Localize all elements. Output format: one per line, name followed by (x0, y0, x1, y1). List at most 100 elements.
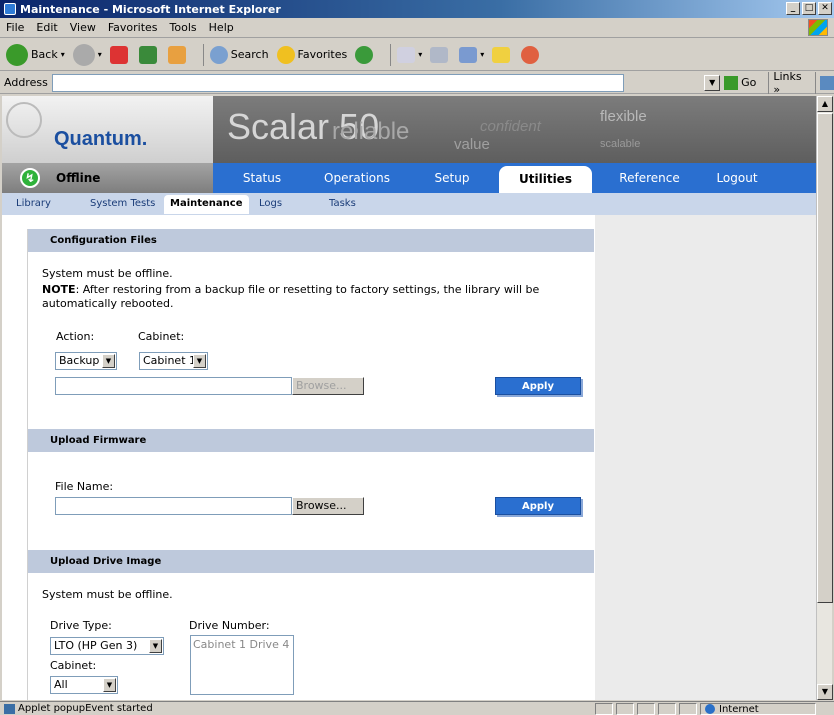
tab-reference[interactable]: Reference (607, 163, 692, 193)
config-note-cont: automatically rebooted. (42, 297, 174, 310)
drive-cabinet-value: All (54, 678, 68, 691)
drive-type-select[interactable]: LTO (HP Gen 3) ▼ (50, 637, 164, 655)
scroll-thumb[interactable] (817, 113, 833, 603)
note-text: : After restoring from a backup file or … (75, 283, 540, 296)
maximize-button[interactable]: □ (802, 2, 816, 15)
subtab-logs[interactable]: Logs (259, 193, 282, 215)
chevron-down-icon: ▼ (149, 639, 162, 653)
go-button[interactable]: Go (724, 75, 757, 90)
menu-favorites[interactable]: Favorites (108, 21, 158, 34)
config-note: NOTE: After restoring from a backup file… (42, 283, 539, 296)
mail-button[interactable]: ▾ (397, 46, 422, 63)
action-select[interactable]: Backup ▼ (55, 352, 117, 370)
chevron-down-icon: ▼ (102, 354, 115, 368)
ie-icon (4, 3, 16, 15)
logo-box: Quantum. (2, 96, 213, 163)
status-bar: Applet popupEvent started Internet (0, 701, 834, 715)
quantum-header: Quantum. Scalar 50 reliable confident va… (2, 96, 816, 163)
zone-cell: Internet (700, 703, 816, 715)
status-text: Offline (56, 171, 101, 185)
back-button[interactable]: Back ▾ (6, 43, 65, 66)
drive-number-option[interactable]: Cabinet 1 Drive 4 (193, 638, 291, 651)
tab-status[interactable]: Status (227, 163, 297, 193)
library-status: ↯ Offline (2, 163, 213, 193)
folder-button[interactable] (492, 46, 513, 63)
window-title: Maintenance - Microsoft Internet Explore… (20, 2, 281, 16)
links-button[interactable]: Links » (773, 70, 811, 96)
tab-operations[interactable]: Operations (312, 163, 402, 193)
address-label: Address (4, 76, 48, 89)
refresh-button[interactable] (138, 45, 160, 64)
firmware-browse-button[interactable]: Browse... (292, 497, 364, 515)
go-arrow-icon (724, 75, 739, 90)
action-select-value: Backup (59, 354, 100, 367)
menu-view[interactable]: View (70, 21, 96, 34)
extra-toolbar-icon[interactable] (820, 75, 834, 90)
print-button[interactable] (430, 46, 451, 63)
bg-word: flexible (600, 108, 647, 125)
go-label: Go (741, 76, 757, 89)
config-browse-button[interactable]: Browse... (292, 377, 364, 395)
config-file-input[interactable] (55, 377, 292, 395)
address-input[interactable] (51, 73, 625, 92)
minimize-button[interactable]: _ (786, 2, 800, 15)
menu-file[interactable]: File (6, 21, 24, 34)
main-nav: ↯ Offline Status Operations Setup Utilit… (2, 163, 816, 193)
status-cell (595, 703, 613, 715)
home-icon (167, 45, 186, 64)
toolbar-divider (202, 43, 204, 66)
drive-offline-note: System must be offline. (42, 588, 173, 601)
history-button[interactable] (355, 45, 376, 64)
status-cell (616, 703, 634, 715)
refresh-icon (138, 45, 157, 64)
menu-edit[interactable]: Edit (36, 21, 57, 34)
firmware-apply-button[interactable]: Apply (495, 497, 581, 515)
forward-arrow-icon (72, 43, 95, 66)
page-viewport: Quantum. Scalar 50 reliable confident va… (2, 96, 816, 700)
scroll-up-button[interactable]: ▲ (817, 96, 833, 112)
address-dropdown-button[interactable]: ▼ (704, 74, 721, 91)
stop-button[interactable] (109, 45, 131, 64)
drive-type-value: LTO (HP Gen 3) (54, 639, 138, 652)
subtab-maintenance[interactable]: Maintenance (164, 195, 249, 214)
drive-number-listbox[interactable]: Cabinet 1 Drive 4 (190, 635, 294, 695)
menu-tools[interactable]: Tools (170, 21, 197, 34)
drive-type-label: Drive Type: (50, 619, 112, 632)
menu-help[interactable]: Help (209, 21, 234, 34)
maintenance-content: Configuration Files System must be offli… (27, 229, 594, 700)
section-header-config: Configuration Files (28, 229, 594, 252)
scroll-down-button[interactable]: ▼ (817, 684, 833, 700)
home-button[interactable] (167, 45, 189, 64)
bg-word: confident (480, 118, 541, 135)
forward-button[interactable]: ▾ (72, 43, 102, 66)
subtab-library[interactable]: Library (16, 193, 51, 215)
chevron-down-icon: ▾ (97, 50, 102, 59)
chevron-down-icon: ▼ (103, 678, 116, 692)
edit-button[interactable]: ▾ (459, 46, 484, 63)
vertical-scrollbar[interactable]: ▲ ▼ (816, 96, 833, 700)
subtab-tasks[interactable]: Tasks (329, 193, 356, 215)
drive-cabinet-select[interactable]: All ▼ (50, 676, 118, 694)
tab-logout[interactable]: Logout (702, 163, 772, 193)
toolbar-divider (390, 43, 392, 66)
search-button[interactable]: Search (209, 45, 269, 64)
tab-utilities[interactable]: Utilities (499, 166, 592, 193)
stop-icon (109, 45, 128, 64)
config-apply-button[interactable]: Apply (495, 377, 581, 395)
subtab-system-tests[interactable]: System Tests (90, 193, 155, 215)
note-label: NOTE (42, 283, 76, 296)
toolbar-divider (768, 71, 770, 94)
toolbar-divider (815, 71, 817, 94)
edit-icon (459, 46, 478, 63)
messenger-button[interactable] (521, 45, 542, 64)
windows-flag-icon (808, 19, 828, 36)
close-button[interactable]: ✕ (818, 2, 832, 15)
favorites-button[interactable]: Favorites (276, 45, 347, 64)
firmware-file-input[interactable] (55, 497, 292, 515)
cabinet-select-value: Cabinet 1 (143, 354, 197, 367)
cabinet-select[interactable]: Cabinet 1 ▼ (139, 352, 208, 370)
history-icon (355, 45, 374, 64)
firmware-file-label: File Name: (55, 480, 114, 493)
back-arrow-icon (6, 43, 28, 66)
tab-setup[interactable]: Setup (417, 163, 487, 193)
